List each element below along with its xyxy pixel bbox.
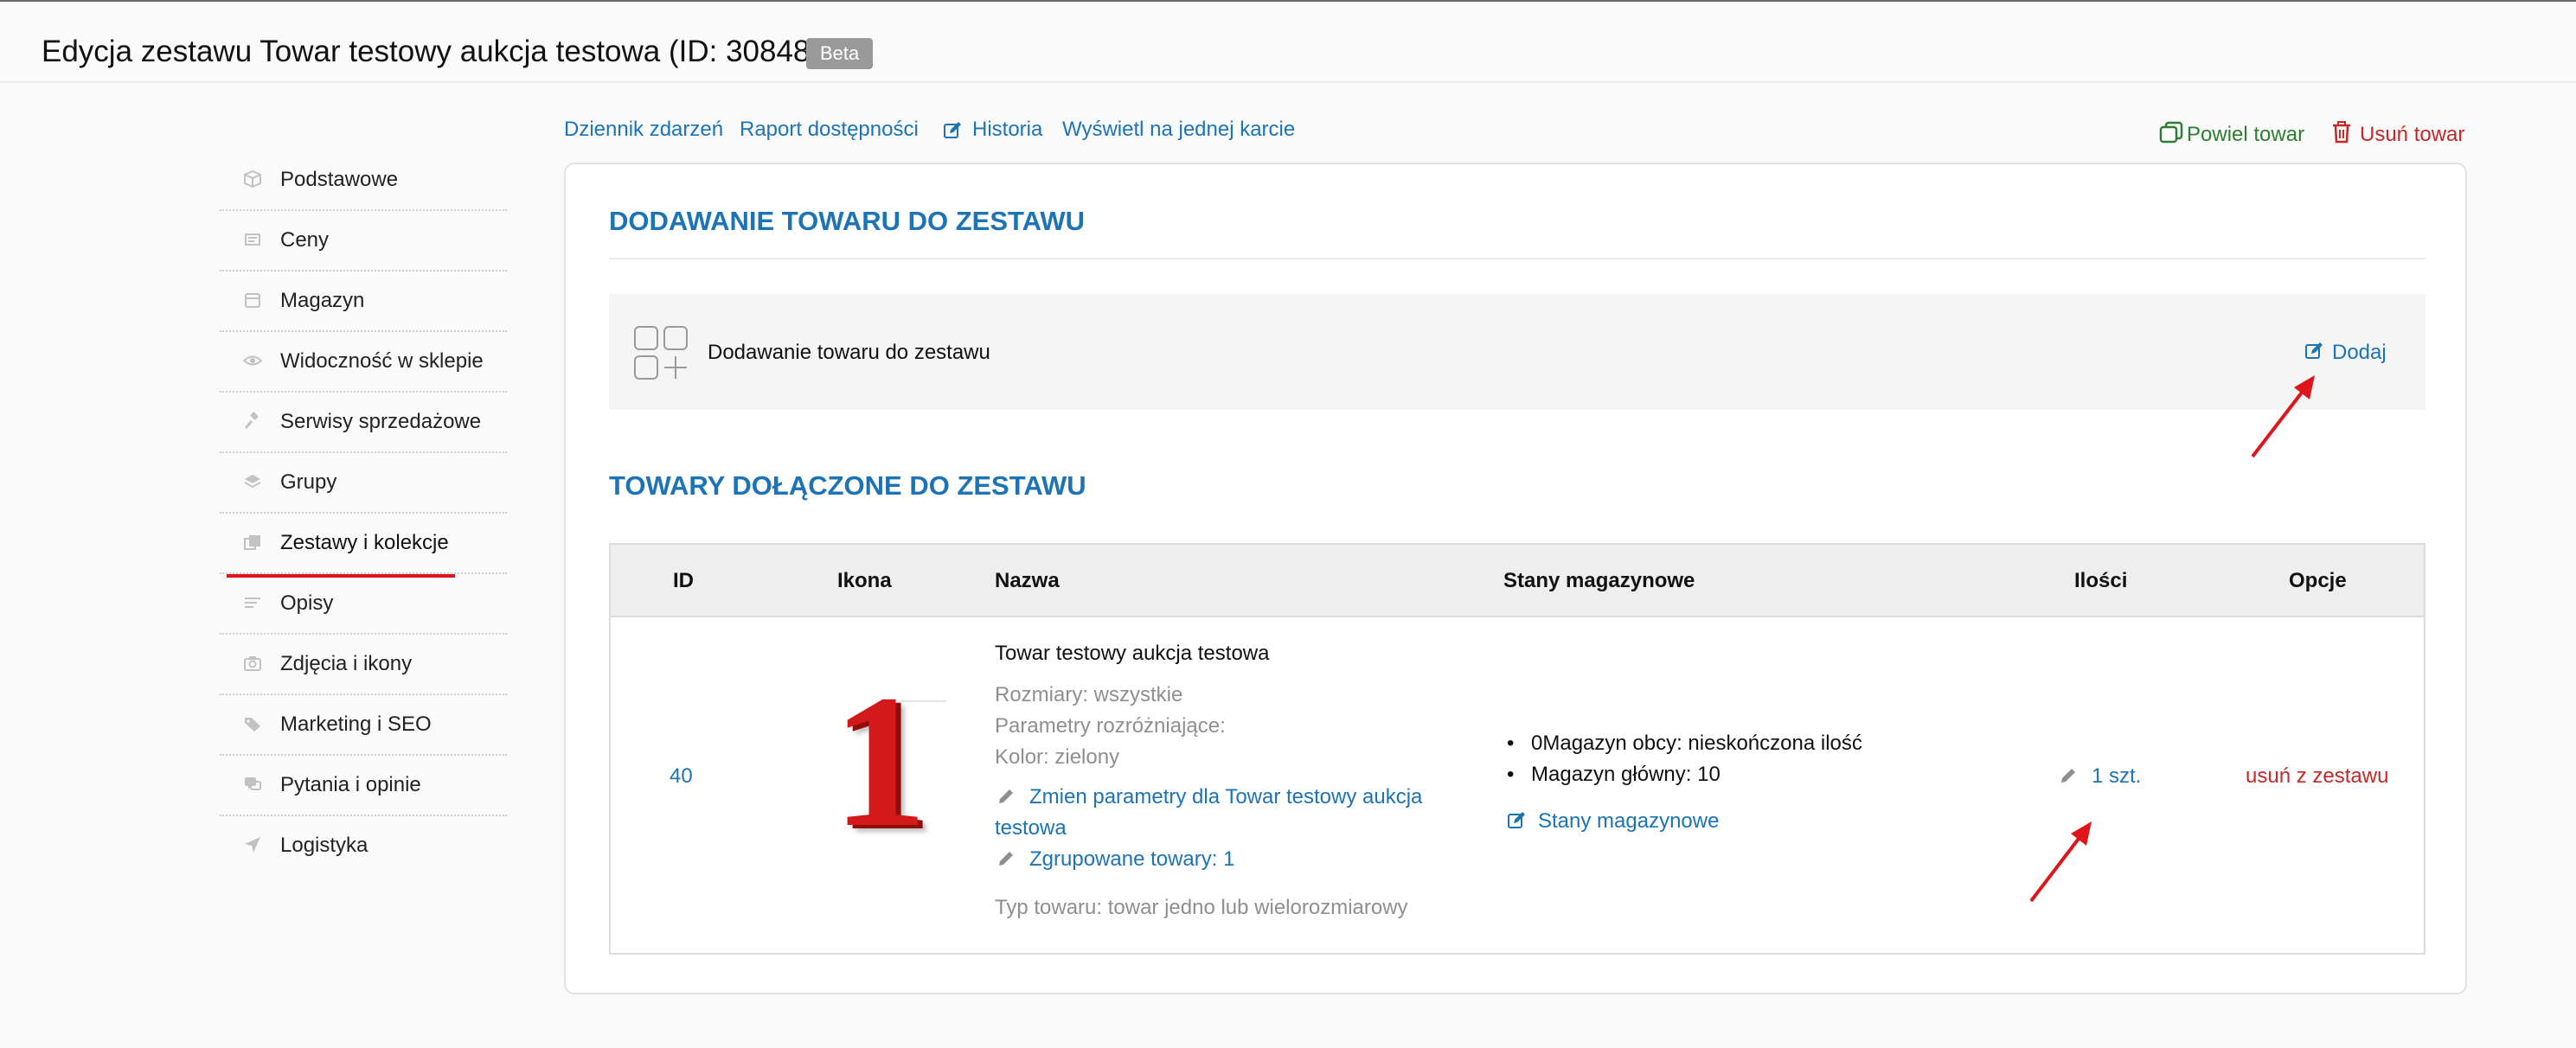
product-sizes: Rozmiary: wszystkie — [995, 683, 1183, 706]
page-title: Edycja zestawu Towar testowy aukcja test… — [42, 35, 821, 68]
sidebar-item-opisy[interactable]: Opisy — [220, 574, 507, 635]
included-section-title: TOWARY DOŁĄCZONE DO ZESTAWU — [609, 470, 1086, 501]
duplicate-product-button[interactable]: Powiel towar — [2159, 121, 2304, 150]
sidebar-item-label: Opisy — [280, 591, 334, 615]
product-type: Typ towaru: towar jedno lub wielorozmiar… — [995, 896, 1408, 919]
column-header-name: Nazwa — [995, 569, 1060, 592]
trash-icon — [2332, 121, 2351, 150]
sidebar-item-label: Widoczność w sklepie — [280, 349, 484, 373]
product-name: Towar testowy aukcja testowa — [995, 642, 1270, 665]
grouped-products-text: Zgrupowane towary: 1 — [1029, 847, 1235, 871]
column-header-options: Opcje — [2289, 569, 2347, 592]
price-icon — [242, 230, 263, 251]
sidebar-item-label: Ceny — [280, 228, 330, 252]
divider — [609, 258, 2425, 259]
add-to-set-icon — [633, 325, 689, 385]
gavel-icon — [242, 412, 263, 432]
edit-icon — [943, 121, 962, 140]
single-card-link[interactable]: Wyświetl na jednej karcie — [1062, 118, 1295, 142]
sidebar-nav: Podstawowe Ceny Magazyn Widoczność w skl… — [220, 150, 507, 875]
sidebar-item-widocznosc[interactable]: Widoczność w sklepie — [220, 332, 507, 393]
sidebar-item-pytania[interactable]: Pytania i opinie — [220, 756, 507, 816]
change-params-text-1: Zmien parametry dla Towar testowy aukcja — [1029, 785, 1423, 808]
stock-levels-text: Stany magazynowe — [1538, 809, 1720, 833]
delete-label: Usuń towar — [2360, 123, 2465, 146]
stock-item-main: Magazyn główny: 10 — [1507, 763, 1721, 787]
sidebar-item-label: Pytania i opinie — [280, 773, 421, 796]
remove-from-set-link[interactable]: usuń z zestawu — [2246, 764, 2388, 789]
sidebar-item-label: Magazyn — [280, 289, 365, 312]
main-card: DODAWANIE TOWARU DO ZESTAWU Dodawanie to… — [564, 163, 2467, 994]
page-header: Edycja zestawu Towar testowy aukcja test… — [0, 2, 2576, 83]
product-params: Parametry rozróżniające: — [995, 714, 1226, 738]
edit-icon — [2304, 342, 2323, 367]
sidebar-item-label: Grupy — [280, 470, 337, 494]
layers-icon — [242, 472, 263, 493]
cube-icon — [242, 169, 263, 190]
edit-icon — [1507, 811, 1526, 834]
availability-report-link[interactable]: Raport dostępności — [740, 118, 919, 142]
sidebar-item-label: Marketing i SEO — [280, 713, 432, 736]
history-link[interactable]: Historia — [972, 118, 1042, 142]
sidebar-item-label: Zdjęcia i ikony — [280, 652, 413, 675]
pencil-icon — [2059, 766, 2078, 789]
product-thumbnail[interactable]: 1 — [815, 666, 946, 856]
product-id-link[interactable]: 40 — [670, 764, 693, 789]
sidebar-item-label: Zestawy i kolekcje — [280, 531, 449, 554]
table-row: 40 1 Towar testowy aukcja testowa Rozmia… — [611, 617, 2424, 955]
product-color: Kolor: zielony — [995, 745, 1120, 769]
add-button-label: Dodaj — [2332, 341, 2387, 364]
stock-item-foreign: 0Magazyn obcy: nieskończona ilość — [1507, 732, 1862, 756]
quantity-value: 1 szt. — [2092, 764, 2142, 788]
pencil-icon — [996, 787, 1016, 810]
column-header-icon: Ikona — [837, 569, 892, 592]
product-icon-glyph: 1 — [832, 655, 927, 866]
sidebar-item-ceny[interactable]: Ceny — [220, 211, 507, 272]
sidebar-item-marketing[interactable]: Marketing i SEO — [220, 695, 507, 756]
sidebar-item-magazyn[interactable]: Magazyn — [220, 272, 507, 332]
table-header: ID Ikona Nazwa Stany magazynowe Ilości O… — [611, 545, 2424, 617]
sidebar-item-zestawy[interactable]: Zestawy i kolekcje — [220, 514, 507, 578]
column-header-stock: Stany magazynowe — [1503, 569, 1695, 592]
camera-icon — [242, 654, 263, 674]
add-product-label: Dodawanie towaru do zestawu — [708, 341, 990, 364]
pencil-icon — [996, 849, 1016, 872]
sidebar-item-zdjecia[interactable]: Zdjęcia i ikony — [220, 635, 507, 695]
included-products-table: ID Ikona Nazwa Stany magazynowe Ilości O… — [609, 543, 2425, 955]
tags-icon — [242, 714, 263, 735]
sets-icon — [242, 533, 263, 553]
column-header-quantity: Ilości — [2074, 569, 2128, 592]
add-product-row: Dodawanie towaru do zestawu Dodaj — [609, 294, 2425, 410]
eye-icon — [242, 351, 263, 372]
change-params-text-2: testowa — [995, 816, 1067, 840]
copy-icon — [2159, 121, 2185, 150]
send-icon — [242, 835, 263, 856]
sidebar-item-grupy[interactable]: Grupy — [220, 453, 507, 514]
add-section-title: DODAWANIE TOWARU DO ZESTAWU — [609, 206, 1085, 236]
sidebar-item-label: Serwisy sprzedażowe — [280, 410, 482, 433]
sidebar-item-serwisy[interactable]: Serwisy sprzedażowe — [220, 393, 507, 453]
box-icon — [242, 291, 263, 311]
delete-product-button[interactable]: Usuń towar — [2332, 121, 2464, 150]
sidebar-item-podstawowe[interactable]: Podstawowe — [220, 150, 507, 211]
sidebar-item-logistyka[interactable]: Logistyka — [220, 816, 507, 875]
column-header-id: ID — [673, 569, 694, 592]
sidebar-item-label: Podstawowe — [280, 168, 399, 191]
beta-badge: Beta — [806, 38, 874, 69]
comments-icon — [242, 775, 263, 796]
add-product-button[interactable]: Dodaj — [2304, 341, 2387, 367]
events-log-link[interactable]: Dziennik zdarzeń — [564, 118, 723, 142]
description-icon — [242, 593, 263, 614]
sidebar-item-label: Logistyka — [280, 834, 368, 857]
duplicate-label: Powiel towar — [2187, 123, 2305, 146]
